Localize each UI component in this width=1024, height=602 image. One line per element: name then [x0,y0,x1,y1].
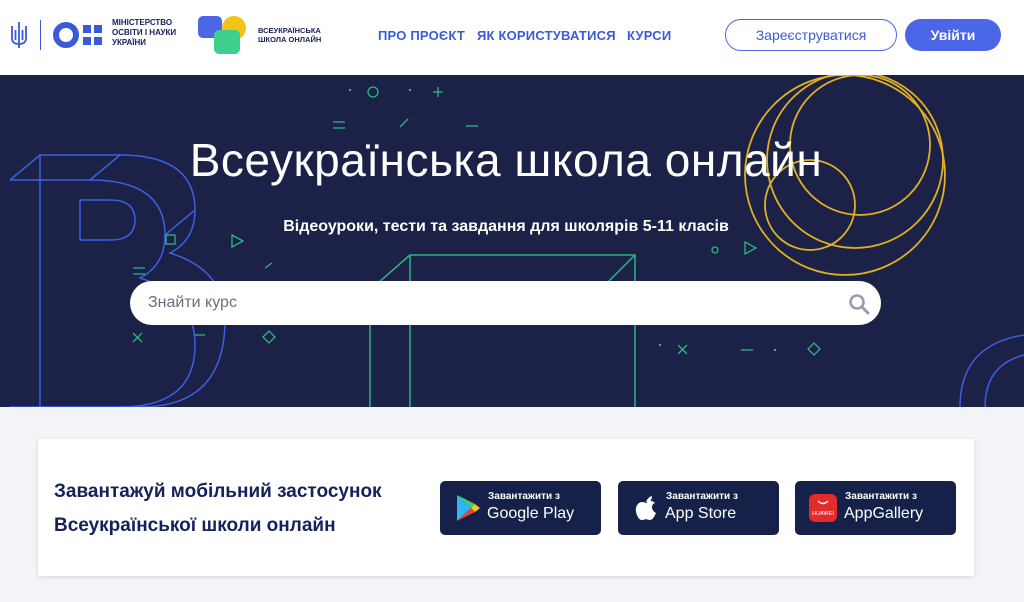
course-search-box [130,281,881,325]
site-header: Міністерство освіти і науки України Всеу… [0,0,1024,75]
hero-decorative-background [9,75,1024,407]
school-online-logo-icon[interactable] [196,14,252,56]
nav-about-project[interactable]: ПРО ПРОЄКТ [378,28,465,43]
search-icon[interactable] [848,293,870,315]
store-label-small: Завантажити з [488,491,560,502]
nav-courses[interactable]: КУРСИ [627,28,671,43]
trident-emblem-icon [11,22,27,48]
ministry-name: Міністерство освіти і науки України [112,18,177,47]
store-label-small: Завантажити з [666,491,738,502]
school-online-name: Всеукраїнська школа онлайн [258,26,322,44]
logo-divider [40,20,41,50]
appgallery-button[interactable]: HUAWEI Завантажити з AppGallery [795,481,956,535]
hero-subtitle: Відеоуроки, тести та завдання для школяр… [283,218,729,235]
huawei-icon-label: HUAWEI [812,511,834,517]
app-promo-line-1: Завантажуй мобільний застосунок [54,481,382,502]
hero-banner: Всеукраїнська школа онлайн Відеоуроки, т… [0,75,1024,407]
store-label-name: App Store [665,505,737,522]
app-store-button[interactable]: Завантажити з App Store [618,481,779,535]
huawei-appgallery-icon: HUAWEI [809,494,837,522]
course-search-input[interactable] [148,281,828,325]
hero-title: Всеукраїнська школа онлайн [189,134,823,186]
register-button[interactable]: Зареєструватися [725,19,897,51]
login-button[interactable]: Увійти [905,19,1001,51]
ministry-logo-icon[interactable] [53,20,105,50]
app-promo-line-2: Всеукраїнської школи онлайн [54,515,336,536]
store-label-name: Google Play [487,505,575,522]
google-play-button[interactable]: Завантажити з Google Play [440,481,601,535]
store-label-name: AppGallery [844,505,924,522]
apple-icon [635,496,656,520]
nav-how-to-use[interactable]: ЯК КОРИСТУВАТИСЯ [477,28,616,43]
store-label-small: Завантажити з [845,491,917,502]
google-play-icon [457,495,480,521]
